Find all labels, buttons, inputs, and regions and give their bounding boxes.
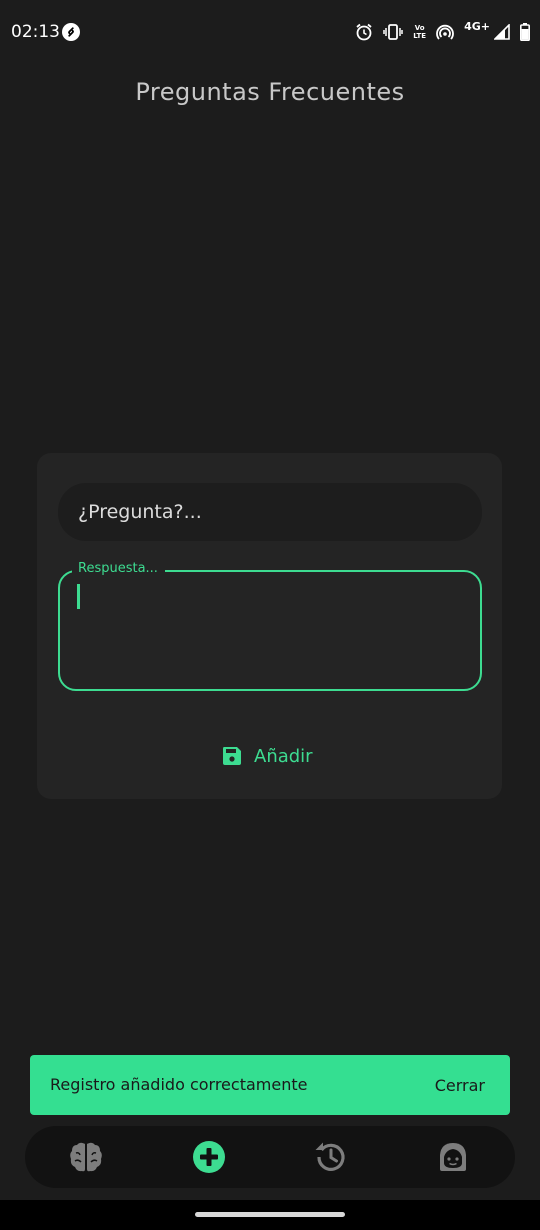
network-type: 4G+ xyxy=(464,19,490,33)
snackbar-message: Registro añadido correctamente xyxy=(50,1075,308,1094)
answer-field[interactable]: Respuesta... xyxy=(58,561,482,691)
nav-item-profile[interactable] xyxy=(435,1139,471,1175)
nav-item-brain[interactable] xyxy=(68,1139,104,1175)
question-input[interactable] xyxy=(58,483,482,541)
gesture-handle[interactable] xyxy=(195,1212,345,1217)
status-bar: 02:13 Vo LTE 4G+ xyxy=(0,0,540,64)
add-button[interactable]: Añadir xyxy=(222,737,313,775)
snackbar-close-button[interactable]: Cerrar xyxy=(435,1076,485,1095)
nav-item-history[interactable] xyxy=(313,1139,349,1175)
brain-icon xyxy=(69,1141,103,1173)
vibrate-icon xyxy=(383,24,403,40)
snackbar: Registro añadido correctamente Cerrar xyxy=(30,1055,510,1115)
save-icon xyxy=(222,746,242,766)
volte-bottom: LTE xyxy=(413,32,427,40)
question-field[interactable] xyxy=(58,483,482,541)
add-circle-icon xyxy=(192,1140,226,1174)
answer-input[interactable] xyxy=(60,572,480,689)
page-title: Preguntas Frecuentes xyxy=(135,78,405,106)
status-time: 02:13 xyxy=(11,22,60,42)
system-gesture-area xyxy=(0,1200,540,1230)
volte-top: Vo xyxy=(414,24,425,32)
signal-icon xyxy=(494,24,510,40)
battery-icon xyxy=(520,23,530,41)
add-button-label: Añadir xyxy=(254,745,313,767)
bottom-nav xyxy=(25,1126,515,1188)
shazam-icon xyxy=(62,23,80,41)
user-face-icon xyxy=(437,1141,469,1173)
faq-form-card: Respuesta... Añadir xyxy=(37,453,502,799)
hotspot-icon xyxy=(436,24,454,40)
volte-icon: Vo LTE xyxy=(413,24,426,40)
nav-item-add[interactable] xyxy=(191,1139,227,1175)
history-icon xyxy=(314,1140,348,1174)
alarm-icon xyxy=(355,23,373,41)
